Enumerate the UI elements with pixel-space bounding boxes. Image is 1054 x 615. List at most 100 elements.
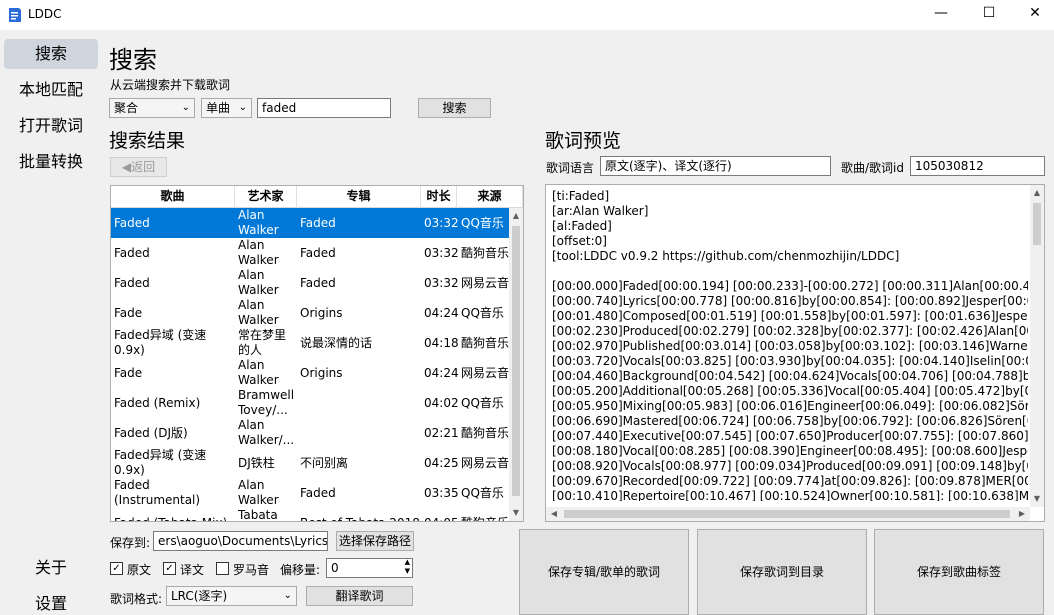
- scroll-up-icon[interactable]: ▲: [508, 208, 523, 224]
- lyrics-vscrollbar-thumb[interactable]: [1033, 203, 1041, 245]
- lyrics-format-label: 歌词格式:: [110, 592, 163, 606]
- save-album-playlist-button[interactable]: 保存专辑/歌单的歌词: [519, 529, 689, 615]
- table-row[interactable]: Faded (DJ版) Alan Walker/... 02:21 酷狗音乐: [111, 418, 509, 448]
- cell-song: Faded: [114, 275, 150, 290]
- cell-album: Faded: [300, 245, 336, 260]
- minimize-button[interactable]: —: [918, 0, 964, 28]
- save-to-directory-button[interactable]: 保存歌词到目录: [697, 529, 867, 615]
- table-row[interactable]: Faded Alan Walker Faded 03:32 酷狗音乐: [111, 238, 509, 268]
- cell-song: Fade: [114, 365, 143, 380]
- translation-checkbox[interactable]: ✓: [163, 562, 176, 575]
- cell-artist: Alan Walker: [238, 358, 279, 387]
- lyrics-vscrollbar[interactable]: ▲ ▼: [1030, 185, 1044, 507]
- search-button[interactable]: 搜索: [418, 98, 491, 118]
- nav-settings[interactable]: 设置: [4, 589, 98, 615]
- translate-lyrics-button[interactable]: 翻译歌词: [306, 586, 413, 606]
- table-row[interactable]: Fade Alan Walker Origins 04:24网易云音乐: [111, 358, 509, 388]
- table-row[interactable]: Faded Alan Walker Faded 03:32网易云音乐: [111, 268, 509, 298]
- nav-batch-convert[interactable]: 批量转换: [4, 147, 98, 177]
- cell-duration: 03:32: [424, 245, 458, 260]
- results-scrollbar[interactable]: ▲ ▼: [509, 208, 523, 521]
- results-scrollbar-thumb[interactable]: [512, 226, 520, 496]
- cell-artist: Alan Walker: [238, 208, 279, 237]
- cell-duration: 04:24: [424, 305, 458, 320]
- cell-duration: 02:21: [424, 425, 458, 440]
- original-checkbox-label: 原文: [127, 563, 152, 577]
- original-checkbox[interactable]: ✓: [110, 562, 123, 575]
- scroll-down-icon[interactable]: ▼: [508, 505, 523, 521]
- scroll-left-icon[interactable]: ◀: [546, 506, 562, 521]
- page-subtitle: 从云端搜索并下载歌词: [110, 78, 231, 92]
- cell-song: Faded (Instrumental): [114, 478, 201, 507]
- nav-local-match[interactable]: 本地匹配: [4, 75, 98, 105]
- back-button[interactable]: ◀返回: [110, 157, 167, 177]
- title-bar: LDDC — ☐ ✕: [0, 0, 1054, 30]
- lyrics-text: [ti:Faded] [ar:Alan Walker] [al:Faded] […: [552, 189, 1028, 501]
- column-header-artist[interactable]: 艺术家: [235, 186, 297, 208]
- scroll-up-icon[interactable]: ▲: [1029, 185, 1044, 201]
- main-panel: 搜索 从云端搜索并下载歌词 聚合 ⌄ 单曲 ⌄ faded 搜索 搜索结果 ◀返…: [100, 30, 1054, 615]
- romaji-checkbox[interactable]: [216, 562, 229, 575]
- cell-album: Faded: [300, 215, 336, 230]
- app-logo-icon: [9, 8, 21, 22]
- nav-search[interactable]: 搜索: [4, 39, 98, 69]
- cell-source: 酷狗音乐: [461, 425, 509, 440]
- table-row[interactable]: Faded (Remix) Bramwell Tovey/... 04:02 QQ音乐: [111, 388, 509, 418]
- chevron-down-icon: ⌄: [283, 590, 292, 601]
- column-header-album[interactable]: 专辑: [297, 186, 421, 208]
- cell-duration: 03:32: [424, 275, 458, 290]
- lyrics-id-field[interactable]: 105030812: [910, 156, 1045, 176]
- cell-source: QQ音乐: [461, 395, 504, 410]
- lyrics-format-select[interactable]: LRC(逐字) ⌄: [166, 586, 297, 606]
- cell-song: Fade: [114, 305, 143, 320]
- cell-artist: Bramwell Tovey/...: [238, 388, 295, 417]
- table-row[interactable]: Fade Alan Walker Origins 04:24 QQ音乐: [111, 298, 509, 328]
- search-type-select[interactable]: 单曲 ⌄: [201, 98, 252, 118]
- cell-song: Faded (Tabata Mix): [114, 508, 234, 522]
- table-row[interactable]: Faded (Tabata Mix) Tabata Songs Best of Ta…: [111, 508, 509, 521]
- close-button[interactable]: ✕: [1012, 0, 1054, 28]
- scroll-right-icon[interactable]: ▶: [1014, 506, 1030, 521]
- source-select-value: 聚合: [114, 101, 139, 115]
- page-title: 搜索: [109, 46, 157, 74]
- table-row[interactable]: Faded Alan Walker Faded 03:32 QQ音乐: [111, 208, 509, 238]
- nav-open-lyrics[interactable]: 打开歌词: [4, 111, 98, 141]
- search-input[interactable]: faded: [257, 98, 391, 118]
- save-path-field[interactable]: ers\aoguo\Documents\Lyrics: [153, 531, 328, 551]
- cell-artist: Alan Walker/...: [238, 418, 295, 447]
- table-body: Faded Alan Walker Faded 03:32 QQ音乐 Faded Alan …: [111, 208, 509, 521]
- back-button-label: 返回: [131, 160, 156, 174]
- lyrics-hscrollbar[interactable]: ◀ ▶: [546, 507, 1030, 521]
- stepper-arrows-icon[interactable]: ▲ ▼: [405, 559, 410, 576]
- nav-about[interactable]: 关于: [4, 553, 98, 583]
- scroll-down-icon[interactable]: ▼: [1029, 491, 1044, 507]
- maximize-button[interactable]: ☐: [966, 0, 1012, 28]
- cell-artist: Tabata Songs: [238, 508, 278, 521]
- column-header-source[interactable]: 来源: [457, 186, 523, 208]
- cell-album: Faded: [300, 485, 336, 500]
- cell-duration: 04:05: [424, 508, 458, 522]
- lyrics-hscrollbar-thumb[interactable]: [564, 510, 1010, 518]
- table-row[interactable]: Faded异域 (变速 0.9x) 常在梦里 的人 说最深情的话 04:18 酷狗音乐: [111, 328, 509, 358]
- cell-song: Faded (Remix): [114, 395, 201, 410]
- cell-album: [300, 418, 420, 448]
- save-to-tag-button[interactable]: 保存到歌曲标签: [874, 529, 1044, 615]
- source-select[interactable]: 聚合 ⌄: [109, 98, 195, 118]
- preview-title: 歌词预览: [545, 130, 622, 152]
- table-row[interactable]: Faded异域 (变速 0.9x) DJ铁柱 不问别离 04:25网易云音乐: [111, 448, 509, 478]
- cell-album: Origins: [300, 365, 343, 380]
- results-table: 歌曲 艺术家 专辑 时长 来源 Faded Alan Walker Faded 03:…: [110, 185, 524, 522]
- romaji-checkbox-label: 罗马音: [233, 563, 270, 577]
- cell-source: 网易云音乐: [461, 275, 509, 290]
- cell-album: Faded: [300, 275, 336, 290]
- column-header-duration[interactable]: 时长: [421, 186, 457, 208]
- choose-save-path-button[interactable]: 选择保存路径: [336, 531, 414, 551]
- lyrics-preview-box[interactable]: [ti:Faded] [ar:Alan Walker] [al:Faded] […: [545, 184, 1045, 522]
- lyrics-language-field[interactable]: 原文(逐字)、译文(逐行): [600, 156, 831, 176]
- cell-album: 不问别离: [300, 455, 349, 470]
- column-header-song[interactable]: 歌曲: [111, 186, 235, 208]
- cell-duration: 04:24: [424, 365, 458, 380]
- chevron-down-icon: ⌄: [181, 102, 190, 113]
- table-row[interactable]: Faded (Instrumental) Alan Walker Faded 03:3…: [111, 478, 509, 508]
- offset-spinbox[interactable]: 0 ▲ ▼: [326, 558, 413, 578]
